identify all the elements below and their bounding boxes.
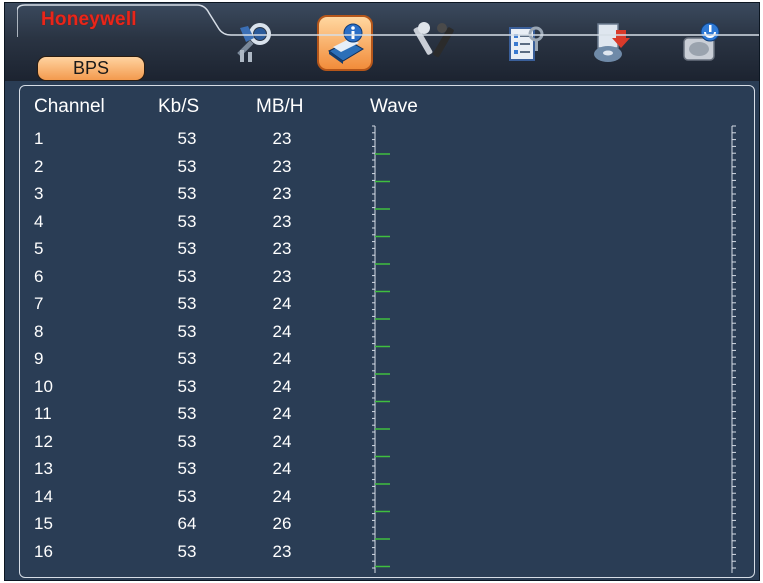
mbh-cell: 26 (272, 514, 292, 533)
channel-cell: 13 (34, 459, 53, 478)
kbs-cell: 53 (177, 157, 197, 176)
kbs-cell: 53 (177, 267, 197, 286)
channel-cell: 10 (34, 377, 53, 396)
column-header-channel: Channel (34, 96, 105, 117)
column-header-wave: Wave (370, 96, 418, 117)
mbh-cell: 24 (272, 322, 292, 341)
mbh-cell: 24 (272, 459, 292, 478)
mbh-cell: 23 (272, 212, 292, 231)
channel-cell: 9 (34, 349, 44, 368)
column-header-mbh: MB/H (256, 96, 304, 117)
channel-cell: 5 (34, 239, 44, 258)
mbh-cell: 23 (272, 184, 292, 203)
channel-cell: 16 (34, 542, 53, 561)
channel-cell: 4 (34, 212, 44, 231)
kbs-cell: 53 (177, 377, 197, 396)
mbh-cell: 23 (272, 239, 292, 258)
kbs-cell: 53 (177, 212, 197, 231)
wave-lines (375, 153, 390, 568)
tab-outline (17, 4, 759, 37)
channel-cell: 11 (34, 404, 52, 423)
mbh-cell: 24 (272, 487, 292, 506)
mbh-cell: 23 (272, 267, 292, 286)
mbh-cell: 23 (272, 129, 292, 148)
tab-bps[interactable]: BPS (37, 56, 145, 81)
channel-cell: 14 (34, 487, 53, 506)
kbs-cell: 53 (177, 487, 197, 506)
channel-cell: 6 (34, 267, 44, 286)
channel-cell: 7 (34, 294, 44, 313)
kbs-cell: 53 (177, 294, 197, 313)
mbh-cell: 24 (272, 377, 292, 396)
mbh-cell: 24 (272, 404, 292, 423)
kbs-cell: 53 (177, 322, 197, 341)
channel-cell: 8 (34, 322, 44, 341)
channel-cell: 2 (34, 157, 44, 176)
mbh-cell: 24 (272, 432, 292, 451)
right-scale (731, 125, 736, 573)
kbs-cell: 53 (177, 129, 197, 148)
mbh-cell: 23 (272, 157, 292, 176)
channel-cell: 15 (34, 514, 53, 533)
kbs-cell: 53 (177, 542, 197, 561)
kbs-cell: 64 (177, 514, 197, 533)
channel-cell: 3 (34, 184, 44, 203)
kbs-cell: 53 (177, 432, 197, 451)
left-scale (372, 125, 376, 573)
kbs-cell: 53 (177, 404, 197, 423)
kbs-cell: 53 (177, 349, 197, 368)
column-header-kbs: Kb/S (158, 96, 200, 117)
mbh-cell: 24 (272, 349, 292, 368)
wave-graph (372, 125, 736, 573)
mbh-cell: 23 (272, 542, 292, 561)
channel-cell: 1 (34, 129, 44, 148)
kbs-cell: 53 (177, 459, 197, 478)
kbs-cell: 53 (177, 239, 197, 258)
mbh-cell: 24 (272, 294, 292, 313)
kbs-cell: 53 (177, 184, 197, 203)
channel-cell: 12 (34, 432, 53, 451)
